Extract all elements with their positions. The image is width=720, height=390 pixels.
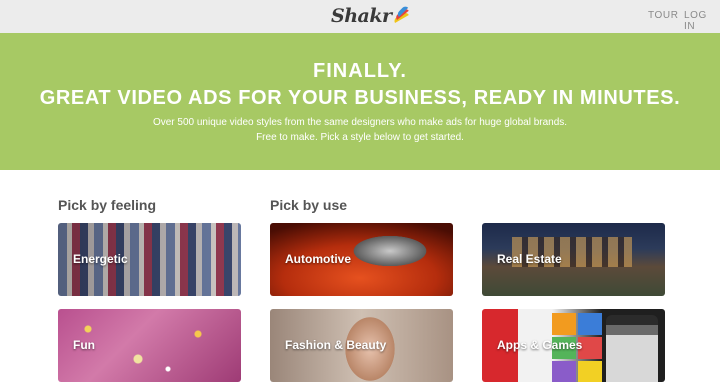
hero-subtext-2: Free to make. Pick a style below to get … (256, 132, 464, 143)
tile-label: Fun (73, 338, 95, 352)
pick-by-use-heading: Pick by use (270, 197, 348, 213)
hero-banner: FINALLY. GREAT VIDEO ADS FOR YOUR BUSINE… (0, 33, 720, 170)
rainbow-logo-icon (392, 4, 415, 27)
hero-headline-2: GREAT VIDEO ADS FOR YOUR BUSINESS, READY… (39, 87, 681, 109)
tile-fashion-beauty[interactable]: Fashion & Beauty (270, 309, 453, 382)
tile-label: Energetic (73, 252, 128, 266)
pick-by-feeling-heading: Pick by feeling (58, 197, 157, 213)
tile-label: Apps & Games (497, 338, 583, 352)
tile-apps-games[interactable]: Apps & Games (482, 309, 665, 382)
tile-label: Fashion & Beauty (285, 338, 387, 352)
shakr-logo[interactable]: Shakr (331, 4, 415, 27)
nav-login-link[interactable]: LOG IN (684, 10, 720, 32)
hero-subtext-1: Over 500 unique video styles from the sa… (152, 117, 568, 128)
hero-headline-1: FINALLY. (313, 60, 407, 82)
tile-fun[interactable]: Fun (58, 309, 241, 382)
tile-real-estate[interactable]: Real Estate (482, 223, 665, 296)
logo-wordmark: Shakr (331, 5, 392, 27)
tile-automotive[interactable]: Automotive (270, 223, 453, 296)
nav-tour-link[interactable]: TOUR (648, 10, 679, 21)
tile-energetic[interactable]: Energetic (58, 223, 241, 296)
top-nav-bar: Shakr TOUR LOG IN (0, 0, 720, 33)
tile-label: Real Estate (497, 252, 562, 266)
tile-label: Automotive (285, 252, 351, 266)
